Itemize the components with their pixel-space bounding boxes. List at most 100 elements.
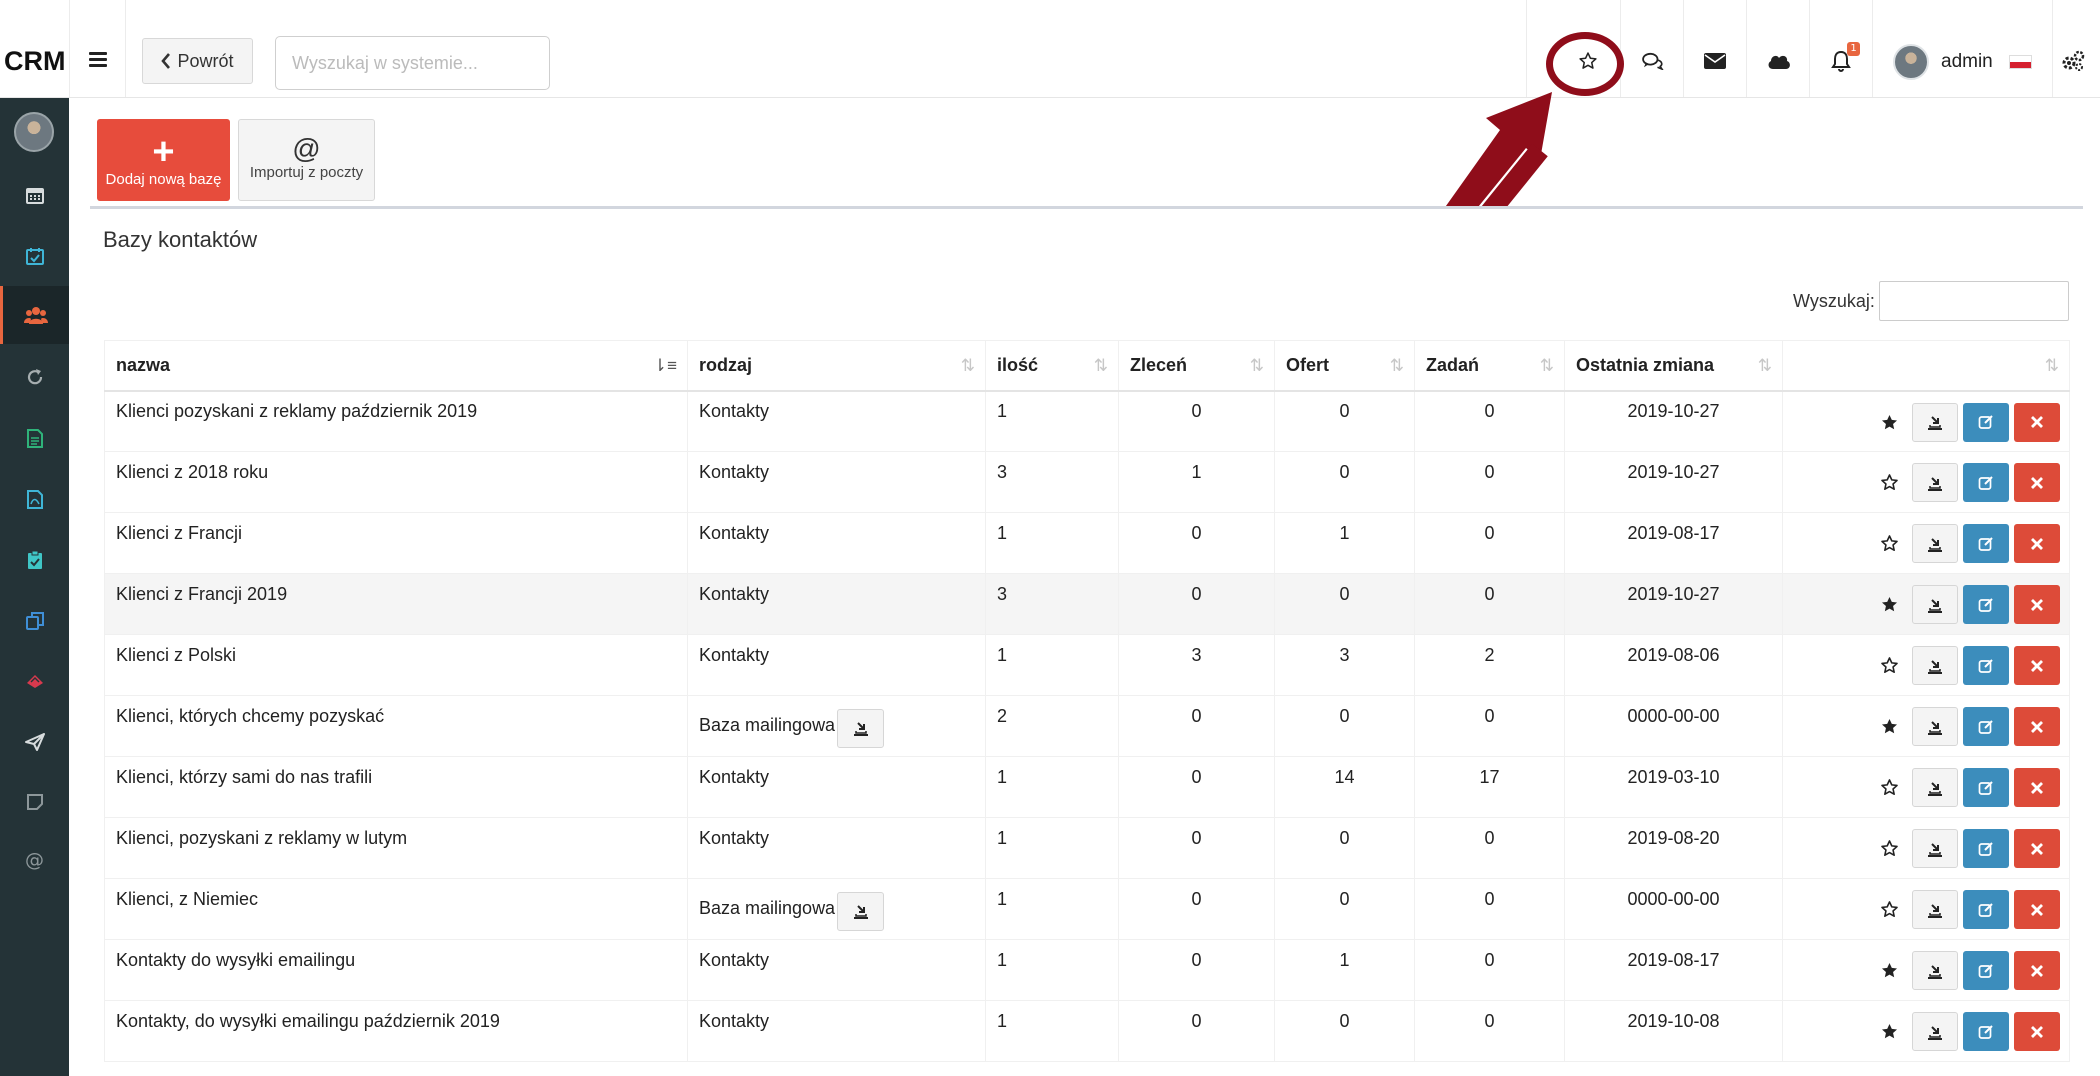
global-search-input[interactable] [275, 36, 550, 90]
cell-orders: 0 [1118, 512, 1275, 574]
star-filled-icon[interactable] [1871, 1012, 1907, 1051]
star-outline-icon[interactable] [1871, 646, 1907, 685]
divider [69, 0, 70, 97]
edit-button[interactable] [1963, 890, 2009, 929]
delete-button[interactable] [2014, 646, 2060, 685]
delete-button[interactable] [2014, 890, 2060, 929]
col-header-orders[interactable]: Zleceń ⇅ [1118, 340, 1275, 392]
edit-button[interactable] [1963, 707, 2009, 746]
cogs-icon[interactable] [2056, 44, 2090, 78]
edit-button[interactable] [1963, 951, 2009, 990]
user-menu[interactable]: admin [1893, 44, 2032, 80]
col-header-offers[interactable]: Ofert ⇅ [1274, 340, 1415, 392]
sidebar-item-tasks[interactable] [0, 227, 69, 285]
col-header-tasks[interactable]: Zadań ⇅ [1414, 340, 1565, 392]
edit-button[interactable] [1963, 402, 2009, 442]
table-row[interactable]: Klienci, których chcemy pozyskać Baza mai… [104, 695, 2070, 757]
sidebar-item-notes[interactable] [0, 773, 69, 831]
export-mailing-button[interactable] [837, 708, 885, 748]
sidebar-item-contacts[interactable] [0, 286, 69, 344]
sidebar-item-calendar[interactable] [0, 166, 69, 224]
table-search-input[interactable] [1879, 281, 2069, 321]
edit-button[interactable] [1963, 829, 2009, 868]
cell-changed: 2019-10-27 [1564, 451, 1783, 513]
sidebar-item-pdf[interactable] [0, 470, 69, 528]
envelope-icon[interactable] [1698, 44, 1732, 78]
sidebar-avatar[interactable] [14, 112, 54, 152]
cell-tasks: 0 [1414, 390, 1565, 452]
export-button[interactable] [1912, 890, 1958, 929]
table-row[interactable]: Klienci pozyskani z reklamy październik … [104, 390, 2070, 452]
export-button[interactable] [1912, 402, 1958, 442]
table-row[interactable]: Klienci, z Niemiec Baza mailingowa 1 0 0 0 000… [104, 878, 2070, 940]
table-row[interactable]: Klienci z 2018 roku Kontakty 3 1 0 0 2019-10-2… [104, 451, 2070, 513]
table-row[interactable]: Klienci, którzy sami do nas trafili Konta… [104, 756, 2070, 818]
star-outline-icon[interactable] [1871, 463, 1907, 502]
delete-button[interactable] [2014, 1012, 2060, 1051]
delete-button[interactable] [2014, 402, 2060, 442]
export-button[interactable] [1912, 768, 1958, 807]
delete-button[interactable] [2014, 768, 2060, 807]
delete-button[interactable] [2014, 585, 2060, 624]
cell-actions [1782, 878, 2070, 940]
cell-tasks: 0 [1414, 512, 1565, 574]
delete-button[interactable] [2014, 951, 2060, 990]
col-header-count[interactable]: ilość ⇅ [985, 340, 1119, 392]
delete-button[interactable] [2014, 524, 2060, 563]
edit-icon [1978, 1024, 1994, 1040]
cloud-icon[interactable] [1762, 44, 1796, 78]
delete-button[interactable] [2014, 463, 2060, 502]
edit-button[interactable] [1963, 585, 2009, 624]
table-row[interactable]: Kontakty, do wysyłki emailingu październ… [104, 1000, 2070, 1062]
col-header-name[interactable]: nazwa ⇂≡ [104, 340, 688, 392]
export-button[interactable] [1912, 707, 1958, 746]
export-button[interactable] [1912, 524, 1958, 563]
star-filled-icon[interactable] [1871, 707, 1907, 746]
col-header-changed[interactable]: Ostatnia zmiana ⇅ [1564, 340, 1783, 392]
star-outline-icon[interactable] [1871, 829, 1907, 868]
export-button[interactable] [1912, 951, 1958, 990]
table-row[interactable]: Klienci z Polski Kontakty 1 3 3 2 2019-08-06 [104, 634, 2070, 696]
sidebar-item-refresh[interactable] [0, 348, 69, 406]
delete-button[interactable] [2014, 707, 2060, 746]
table-row[interactable]: Klienci z Francji Kontakty 1 0 1 0 2019-08-17 [104, 512, 2070, 574]
back-button[interactable]: Powrót [142, 38, 253, 84]
col-header-actions[interactable]: ⇅ [1782, 340, 2070, 392]
star-outline-icon[interactable] [1871, 768, 1907, 807]
edit-button[interactable] [1963, 463, 2009, 502]
export-button[interactable] [1912, 829, 1958, 868]
star-filled-icon[interactable] [1871, 403, 1907, 442]
edit-button[interactable] [1963, 1012, 2009, 1051]
sidebar-item-tickets[interactable] [0, 652, 69, 710]
brand-logo[interactable]: CRM [4, 46, 66, 77]
delete-button[interactable] [2014, 829, 2060, 868]
col-header-type[interactable]: rodzaj ⇅ [687, 340, 986, 392]
export-button[interactable] [1912, 585, 1958, 624]
comments-icon[interactable] [1636, 44, 1670, 78]
cell-orders: 0 [1118, 878, 1275, 940]
star-outline-icon[interactable] [1871, 524, 1907, 563]
import-from-mail-button[interactable]: @ Importuj z poczty [238, 119, 375, 201]
export-mailing-button[interactable] [837, 891, 885, 931]
star-outline-icon[interactable] [1871, 890, 1907, 929]
sidebar-item-copy[interactable] [0, 592, 69, 650]
table-row[interactable]: Kontakty do wysyłki emailingu Kontakty 1 0 1… [104, 939, 2070, 1001]
sidebar-item-documents[interactable] [0, 409, 69, 467]
edit-button[interactable] [1963, 646, 2009, 685]
export-icon [1927, 475, 1943, 491]
bars-icon[interactable] [89, 52, 107, 67]
export-button[interactable] [1912, 1012, 1958, 1051]
add-database-button[interactable]: + Dodaj nową bazę [97, 119, 230, 201]
edit-button[interactable] [1963, 768, 2009, 807]
sidebar-item-email[interactable]: @ [0, 831, 69, 889]
sidebar-item-clipboard[interactable] [0, 531, 69, 589]
star-filled-icon[interactable] [1871, 585, 1907, 624]
table-row[interactable]: Klienci z Francji 2019 Kontakty 3 0 0 0 2019-1… [104, 573, 2070, 635]
export-button[interactable] [1912, 646, 1958, 685]
export-button[interactable] [1912, 463, 1958, 502]
export-icon [1927, 536, 1943, 552]
table-row[interactable]: Klienci, pozyskani z reklamy w lutym Kont… [104, 817, 2070, 879]
sidebar-item-send[interactable] [0, 713, 69, 771]
star-filled-icon[interactable] [1871, 951, 1907, 990]
edit-button[interactable] [1963, 524, 2009, 563]
